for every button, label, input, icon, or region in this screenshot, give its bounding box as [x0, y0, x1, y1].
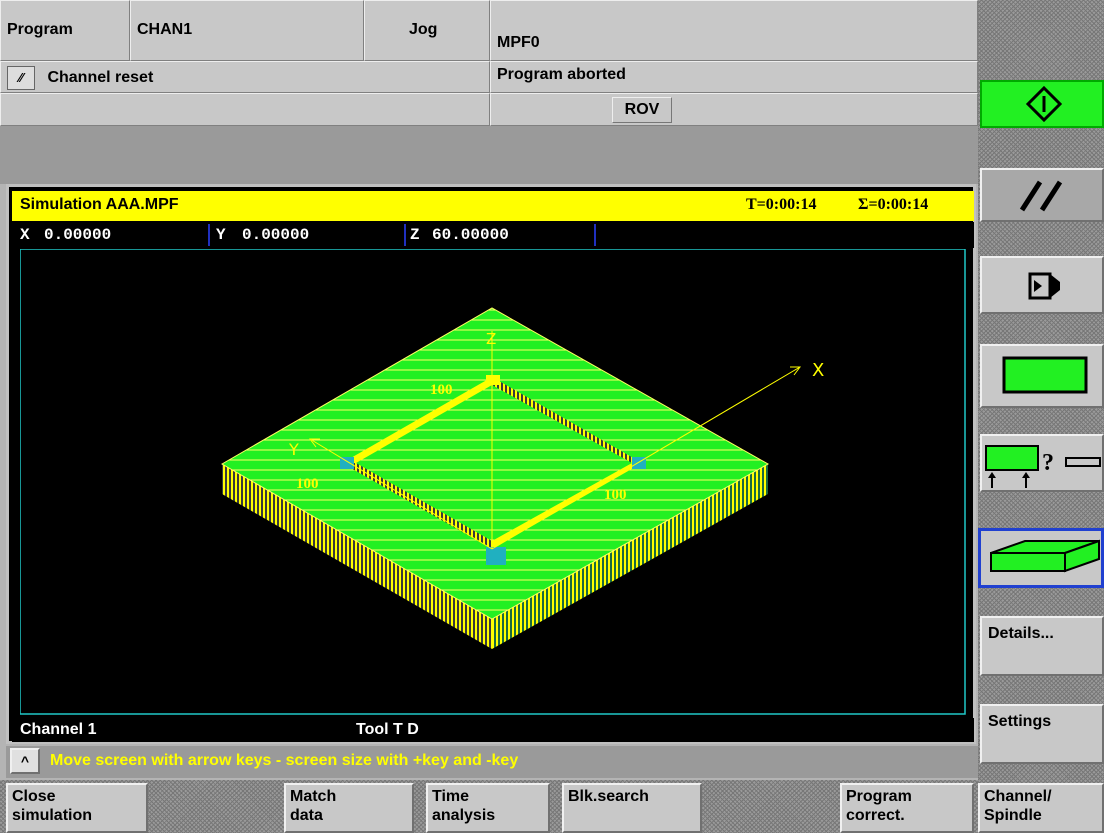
tool-label: Tool T D — [356, 721, 419, 738]
details-button[interactable]: Details... — [980, 616, 1104, 676]
z-axis-label: Z — [486, 330, 497, 348]
program-icon — [1028, 272, 1060, 300]
softkey-line: Channel/ — [984, 788, 1052, 805]
softkey-line: Spindle — [984, 807, 1042, 824]
z-position-label: Z — [410, 226, 420, 244]
svg-text:?: ? — [1042, 450, 1054, 476]
softkey-line: Time — [432, 788, 470, 805]
match-data-button[interactable]: Match data — [284, 783, 414, 833]
rov-indicator: ROV — [612, 97, 672, 123]
workpiece-query-button[interactable]: ? — [980, 434, 1104, 492]
softkey-line: correct. — [846, 807, 905, 824]
up-arrow-icon[interactable]: ^ — [10, 748, 40, 774]
dimension-label-top: 100 — [430, 382, 453, 398]
simulation-footer: Channel 1 Tool T D — [12, 718, 974, 742]
block-button[interactable] — [980, 344, 1104, 408]
groove-corner — [486, 375, 500, 385]
y-axis-label: Y — [289, 440, 299, 459]
softkey-line: Close — [12, 788, 56, 805]
workpiece-3d-icon — [990, 539, 1100, 573]
divider — [594, 224, 596, 246]
cycle-start-button[interactable] — [980, 80, 1104, 128]
softkey-line: Blk.search — [568, 788, 649, 805]
channel-status-row: ⁄⁄ Channel reset — [0, 61, 490, 93]
program-correct-button[interactable]: Program correct. — [840, 783, 974, 833]
softkey-line: data — [290, 807, 323, 824]
simulation-title-bar: Simulation AAA.MPF T=0:00:14 Σ=0:00:14 — [12, 191, 974, 221]
position-bar: X 0.00000 Y 0.00000 Z 60.00000 — [12, 222, 974, 248]
simulation-time: T=0:00:14 — [746, 196, 817, 213]
divider — [404, 224, 406, 246]
settings-button[interactable]: Settings — [980, 704, 1104, 764]
close-simulation-button[interactable]: Close simulation — [6, 783, 148, 833]
divider — [208, 224, 210, 246]
x-axis-label: X — [812, 360, 825, 381]
softkey-line: simulation — [12, 807, 93, 824]
message-text: Move screen with arrow keys - screen siz… — [50, 752, 519, 769]
softkey-line: analysis — [432, 807, 496, 824]
status-line-right — [490, 93, 978, 126]
simulation-total-time: Σ=0:00:14 — [858, 196, 929, 213]
program-button[interactable] — [980, 256, 1104, 314]
block-search-button[interactable]: Blk.search — [562, 783, 702, 833]
channel-spindle-button[interactable]: Channel/ Spindle — [978, 783, 1104, 833]
area-name: Program — [0, 0, 130, 61]
block-icon — [1002, 356, 1088, 394]
reset-status-icon: ⁄⁄ — [7, 66, 35, 90]
time-analysis-button[interactable]: Time analysis — [426, 783, 550, 833]
dimension-label-left: 100 — [296, 476, 319, 492]
cycle-start-icon — [1025, 85, 1063, 123]
channel-name: CHAN1 — [130, 0, 364, 61]
program-status: Program aborted — [490, 61, 978, 93]
workpiece-3d-button[interactable] — [978, 528, 1104, 588]
x-position-label: X — [20, 226, 30, 244]
reset-icon — [1019, 180, 1063, 212]
mode-name: Jog — [364, 0, 490, 61]
message-line: ^ Move screen with arrow keys - screen s… — [6, 746, 978, 778]
simulation-canvas[interactable] — [20, 249, 966, 715]
status-line-empty — [0, 93, 490, 126]
program-name: MPF0 — [490, 0, 978, 61]
softkey-line: Match — [290, 788, 337, 805]
simulation-title: Simulation AAA.MPF — [20, 196, 179, 213]
z-position-value: 60.00000 — [432, 226, 509, 244]
y-position-value: 0.00000 — [242, 226, 310, 244]
channel-status: Channel reset — [47, 69, 154, 87]
workpiece-query-icon: ? — [985, 445, 1101, 488]
channel-label: Channel 1 — [20, 721, 97, 738]
softkey-line: Program — [846, 788, 912, 805]
header-gap — [0, 126, 978, 184]
groove-corner — [486, 547, 506, 565]
y-position-label: Y — [216, 226, 226, 244]
dimension-label-right: 100 — [604, 487, 627, 503]
reset-button[interactable] — [980, 168, 1104, 222]
x-position-value: 0.00000 — [44, 226, 112, 244]
